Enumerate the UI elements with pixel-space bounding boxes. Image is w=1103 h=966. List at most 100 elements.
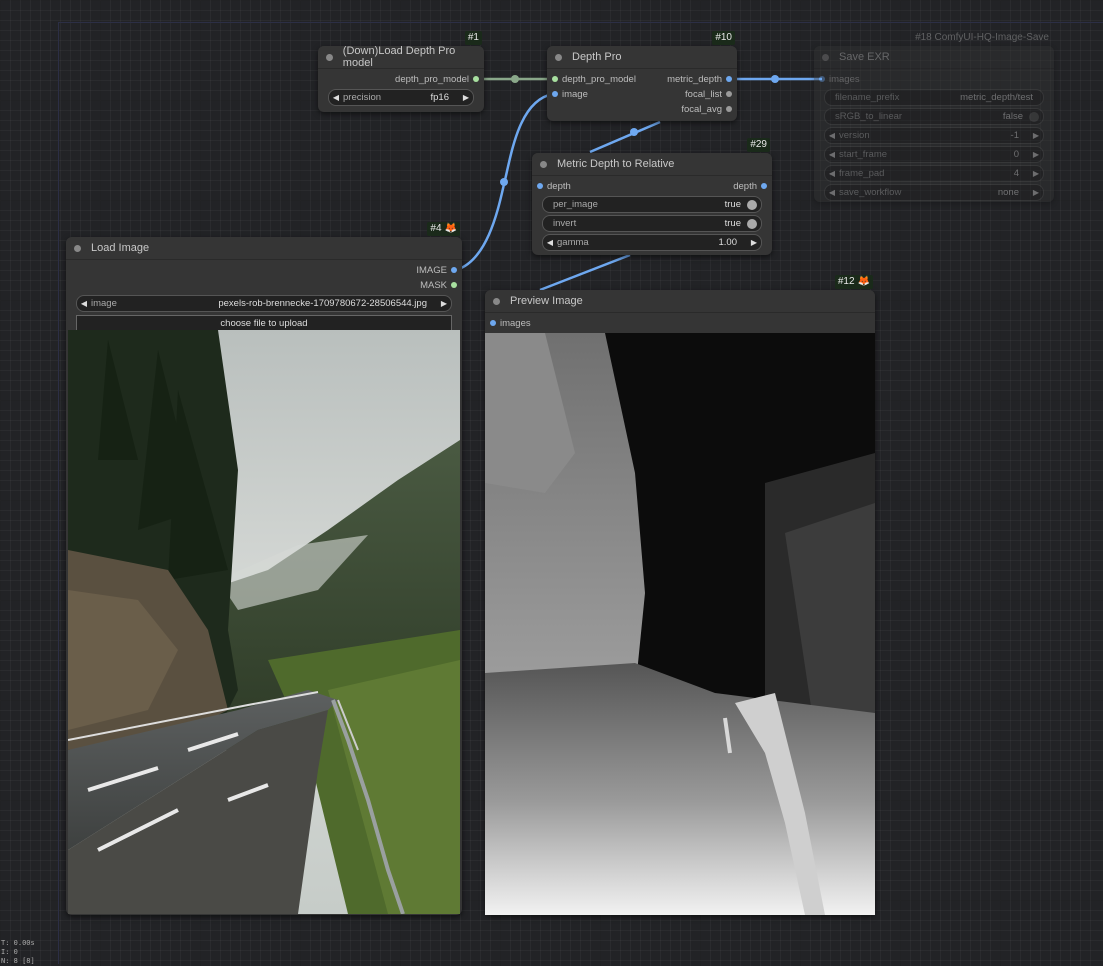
arrow-right-icon[interactable]: ▶ — [1029, 169, 1043, 178]
node-header[interactable]: #4 🦊 Load Image — [66, 222, 462, 260]
widget-value: metric_depth/test — [960, 92, 1033, 103]
arrow-right-icon[interactable]: ▶ — [459, 93, 473, 102]
version-number[interactable]: ◀ version -1 ▶ — [824, 127, 1044, 144]
per-image-toggle[interactable]: per_image true — [542, 196, 762, 213]
slot-dot-icon[interactable] — [552, 91, 558, 97]
collapse-dot-icon[interactable] — [326, 53, 333, 61]
widget-label: frame_pad — [839, 168, 885, 179]
fox-icon: 🦊 — [857, 276, 870, 287]
node-depth-pro[interactable]: #10 Depth Pro depth_pro_model metric_dep… — [547, 31, 737, 121]
node-header[interactable]: #18 ComfyUI-HQ-Image-Save Save EXR — [814, 32, 1054, 69]
output-slot-label: focal_list — [685, 89, 722, 100]
output-slot[interactable]: depth_pro_model — [318, 72, 484, 87]
slot-dot-icon[interactable] — [537, 183, 543, 189]
slot-dot-icon[interactable] — [490, 320, 496, 326]
frame-pad-number[interactable]: ◀ frame_pad 4 ▶ — [824, 165, 1044, 182]
node-id-text: #12 — [837, 276, 855, 287]
arrow-left-icon[interactable]: ◀ — [77, 299, 91, 308]
image-file-combo[interactable]: ◀ image pexels-rob-brennecke-1709780672-… — [76, 295, 452, 312]
arrow-left-icon[interactable]: ◀ — [329, 93, 343, 102]
arrow-left-icon[interactable]: ◀ — [825, 188, 839, 197]
widget-value: true — [724, 218, 741, 229]
input-slot-label: images — [500, 318, 531, 329]
node-header[interactable]: #29 Metric Depth to Relative — [532, 138, 772, 176]
arrow-right-icon[interactable]: ▶ — [437, 299, 451, 308]
start-frame-number[interactable]: ◀ start_frame 0 ▶ — [824, 146, 1044, 163]
output-slot-label: IMAGE — [416, 265, 447, 276]
arrow-right-icon[interactable]: ▶ — [1029, 131, 1043, 140]
node-title: Preview Image — [510, 295, 583, 307]
toggle-knob-icon[interactable] — [747, 199, 757, 210]
output-slot[interactable]: MASK — [66, 278, 462, 293]
slot-row[interactable]: images — [485, 316, 875, 331]
node-metric-depth-to-relative[interactable]: #29 Metric Depth to Relative depth depth… — [532, 138, 772, 255]
slot-dot-icon[interactable] — [726, 91, 732, 97]
depth-preview-image — [485, 333, 875, 915]
widget-value: pexels-rob-brennecke-1709780672-28506544… — [218, 298, 427, 309]
widget-value: -1 — [1010, 130, 1019, 141]
arrow-right-icon[interactable]: ▶ — [1029, 150, 1043, 159]
node-save-exr[interactable]: #18 ComfyUI-HQ-Image-Save Save EXR image… — [814, 32, 1054, 202]
output-slot-label: metric_depth — [667, 74, 722, 85]
widget-label: save_workflow — [839, 187, 902, 198]
slot-row[interactable]: focal_avg — [547, 102, 737, 117]
collapse-dot-icon[interactable] — [74, 244, 81, 252]
collapse-dot-icon[interactable] — [555, 53, 562, 61]
slot-dot-icon[interactable] — [726, 76, 732, 82]
output-slot[interactable]: IMAGE — [66, 263, 462, 278]
slot-dot-icon[interactable] — [761, 183, 767, 189]
node-title: (Down)Load Depth Pro model — [342, 45, 456, 69]
widget-label: start_frame — [839, 149, 888, 160]
link-depth-to-relative — [589, 120, 661, 154]
arrow-right-icon[interactable]: ▶ — [747, 238, 761, 247]
node-title: Load Image — [91, 242, 150, 254]
render-stats: T: 0.00s I: 0 N: 8 [8] — [1, 939, 35, 966]
node-preview-image[interactable]: #12 🦊 Preview Image images — [485, 275, 875, 915]
slot-label: depth_pro_model — [395, 74, 469, 85]
node-load-image[interactable]: #4 🦊 Load Image IMAGE MASK ◀ image pexels… — [66, 222, 462, 915]
node-title: Metric Depth to Relative — [557, 158, 675, 170]
fox-icon: 🦊 — [444, 223, 457, 234]
toggle-knob-icon[interactable] — [747, 218, 757, 229]
arrow-left-icon[interactable]: ◀ — [543, 238, 557, 247]
precision-combo[interactable]: ◀ precision fp16 ▶ — [328, 89, 474, 106]
slot-dot-icon[interactable] — [451, 267, 457, 273]
widget-value: 4 — [1013, 168, 1019, 179]
node-load-depth-pro[interactable]: #1 (Down)Load Depth Pro model depth_pro_… — [318, 31, 484, 112]
node-id-badge: #10 — [712, 31, 735, 45]
slot-dot-icon[interactable] — [726, 106, 732, 112]
node-id-badge: #12 🦊 — [834, 275, 873, 289]
arrow-left-icon[interactable]: ◀ — [825, 131, 839, 140]
collapse-dot-icon[interactable] — [822, 53, 829, 61]
widget-value: false — [1002, 111, 1023, 122]
widget-value: fp16 — [430, 92, 450, 103]
arrow-right-icon[interactable]: ▶ — [1029, 188, 1043, 197]
slot-dot-icon[interactable] — [473, 76, 479, 82]
collapse-dot-icon[interactable] — [493, 297, 500, 305]
node-header[interactable]: #10 Depth Pro — [547, 31, 737, 69]
gamma-number[interactable]: ◀ gamma 1.00 ▶ — [542, 234, 762, 251]
collapse-dot-icon[interactable] — [540, 160, 547, 168]
widget-value: 0 — [1013, 149, 1019, 160]
widget-label: version — [839, 130, 870, 141]
node-header[interactable]: #1 (Down)Load Depth Pro model — [318, 31, 484, 69]
loaded-image-preview — [68, 330, 460, 914]
slot-dot-icon[interactable] — [819, 76, 825, 82]
slot-row[interactable]: image focal_list — [547, 87, 737, 102]
stat-i: I: 0 — [1, 948, 18, 956]
slot-row[interactable]: depth depth — [532, 179, 772, 194]
node-header[interactable]: #12 🦊 Preview Image — [485, 275, 875, 313]
slot-row[interactable]: depth_pro_model metric_depth — [547, 72, 737, 87]
arrow-left-icon[interactable]: ◀ — [825, 169, 839, 178]
slot-row[interactable]: images — [814, 72, 1054, 87]
widget-label: gamma — [557, 237, 589, 248]
arrow-left-icon[interactable]: ◀ — [825, 150, 839, 159]
srgb-toggle[interactable]: sRGB_to_linear false — [824, 108, 1044, 125]
slot-dot-icon[interactable] — [451, 282, 457, 288]
input-slot-label: depth — [547, 181, 571, 192]
filename-prefix-field[interactable]: filename_prefix metric_depth/test — [824, 89, 1044, 106]
invert-toggle[interactable]: invert true — [542, 215, 762, 232]
toggle-knob-icon[interactable] — [1029, 111, 1039, 122]
save-workflow-combo[interactable]: ◀ save_workflow none ▶ — [824, 184, 1044, 201]
slot-dot-icon[interactable] — [552, 76, 558, 82]
